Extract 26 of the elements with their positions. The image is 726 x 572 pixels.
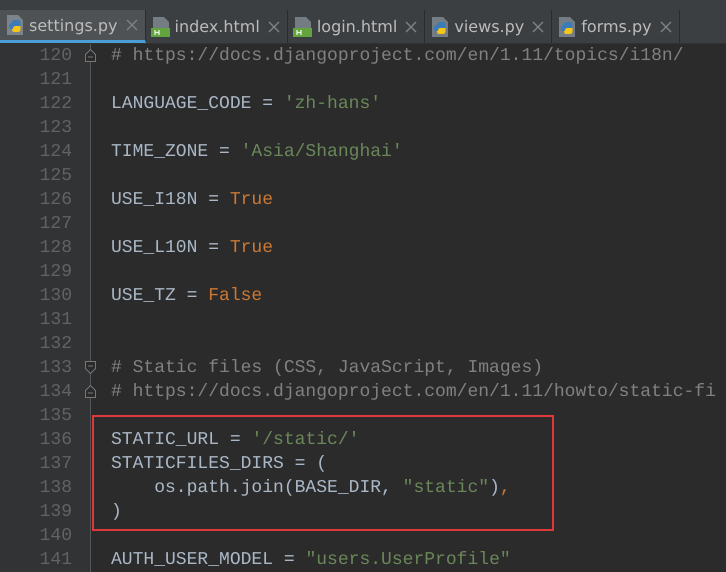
close-icon[interactable] (531, 20, 546, 34)
close-icon[interactable] (404, 20, 418, 34)
code-line: USE_L10N = True (111, 237, 274, 260)
python-file-icon (4, 14, 26, 36)
close-icon[interactable] (658, 20, 673, 34)
code-line: USE_I18N = True (111, 189, 274, 212)
code-line: LANGUAGE_CODE = 'zh-hans' (111, 93, 382, 116)
editor-tab[interactable]: settings.py (0, 10, 146, 43)
editor-tab[interactable]: index.html (146, 10, 288, 43)
html-file-icon (292, 16, 314, 38)
code-line: STATIC_URL = '/static/' (111, 429, 360, 452)
code-line: # Static files (CSS, JavaScript, Images) (111, 357, 544, 380)
code-line: os.path.join(BASE_DIR, "static"), (153, 477, 511, 500)
code-line: # https://docs.djangoproject.com/en/1.11/howto/static-fi (111, 381, 716, 404)
code-line: STATICFILES_DIRS = ( (111, 453, 328, 476)
close-icon[interactable] (124, 18, 139, 32)
fold-icon[interactable] (85, 361, 96, 374)
html-file-icon (150, 16, 172, 38)
close-icon[interactable] (266, 20, 281, 34)
code-line: # https://docs.djangoproject.com/en/1.11/topics/i18n/ (111, 45, 684, 68)
fold-icon[interactable] (85, 385, 96, 398)
fold-icon[interactable] (85, 49, 96, 62)
code-line: USE_TZ = False (111, 285, 262, 308)
code-line: AUTH_USER_MODEL = "users.UserProfile" (111, 549, 511, 572)
code-line: TIME_ZONE = 'Asia/Shanghai' (111, 141, 403, 164)
code-line: ) (111, 501, 122, 524)
